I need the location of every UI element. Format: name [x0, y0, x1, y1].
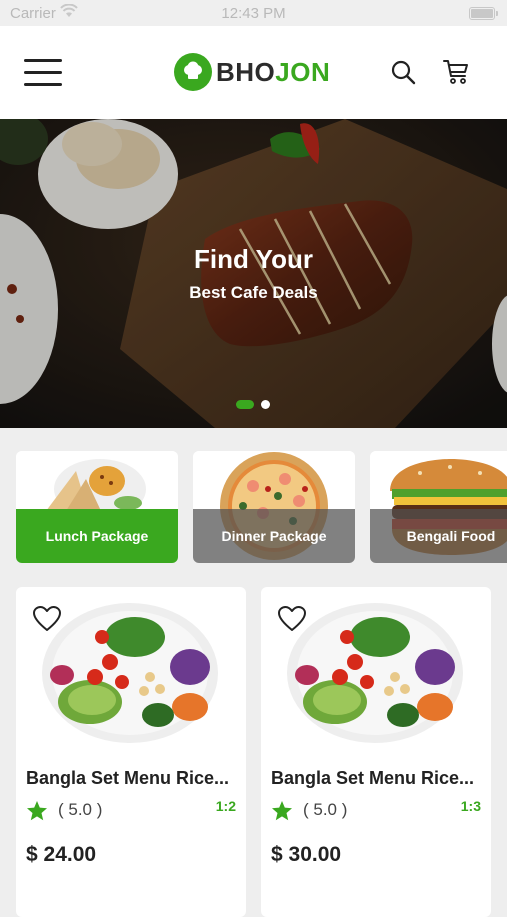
salad-image: [42, 603, 218, 743]
search-button[interactable]: [390, 59, 416, 90]
product-name: Bangla Set Menu Rice...: [26, 768, 230, 788]
star-icon: [27, 801, 47, 821]
product-name: Bangla Set Menu Rice...: [271, 768, 475, 788]
hero-subtitle: Best Cafe Deals: [189, 283, 318, 302]
menu-icon-line: [24, 71, 62, 74]
product-rating: ( 5.0 ): [58, 800, 103, 819]
product-ratio: 1:2: [215, 798, 236, 814]
carousel-dot[interactable]: [261, 400, 270, 409]
category-dinner-package[interactable]: Dinner Package: [193, 451, 355, 563]
carousel-dot-active[interactable]: [236, 400, 254, 409]
app-header: BHOJON: [0, 26, 507, 119]
status-time: 12:43 PM: [221, 5, 286, 22]
product-rating: ( 5.0 ): [303, 800, 348, 819]
category-bengali-food[interactable]: Bengali Food: [370, 451, 507, 563]
product-card[interactable]: Bangla Set Menu Rice... ( 5.0 ) 1:3 $ 30…: [261, 587, 491, 917]
salad-image: [287, 603, 463, 743]
category-label: Lunch Package: [16, 509, 178, 563]
menu-button[interactable]: [24, 57, 64, 87]
category-lunch-package[interactable]: Lunch Package: [16, 451, 178, 563]
status-bar: Carrier 12:43 PM: [0, 0, 507, 26]
app-logo: BHOJON: [174, 52, 330, 92]
search-icon: [391, 60, 416, 85]
heart-icon: [278, 606, 306, 631]
category-label: Dinner Package: [193, 509, 355, 563]
favorite-button[interactable]: [277, 605, 307, 638]
heart-icon: [33, 606, 61, 631]
hero-title: Find Your: [194, 244, 313, 274]
menu-icon-line: [24, 83, 62, 86]
product-card[interactable]: Bangla Set Menu Rice... ( 5.0 ) 1:2 $ 24…: [16, 587, 246, 917]
product-price: $ 24.00: [26, 843, 97, 866]
cart-button[interactable]: [442, 58, 470, 91]
star-icon: [272, 801, 292, 821]
cart-icon: [443, 60, 468, 84]
battery-icon: [469, 7, 498, 20]
logo-wordmark: BHOJON: [216, 56, 331, 87]
category-label: Bengali Food: [370, 509, 507, 563]
chef-hat-icon: [174, 53, 212, 91]
product-ratio: 1:3: [460, 798, 481, 814]
favorite-button[interactable]: [32, 605, 62, 638]
product-price: $ 30.00: [271, 843, 342, 866]
menu-icon: [24, 59, 62, 62]
